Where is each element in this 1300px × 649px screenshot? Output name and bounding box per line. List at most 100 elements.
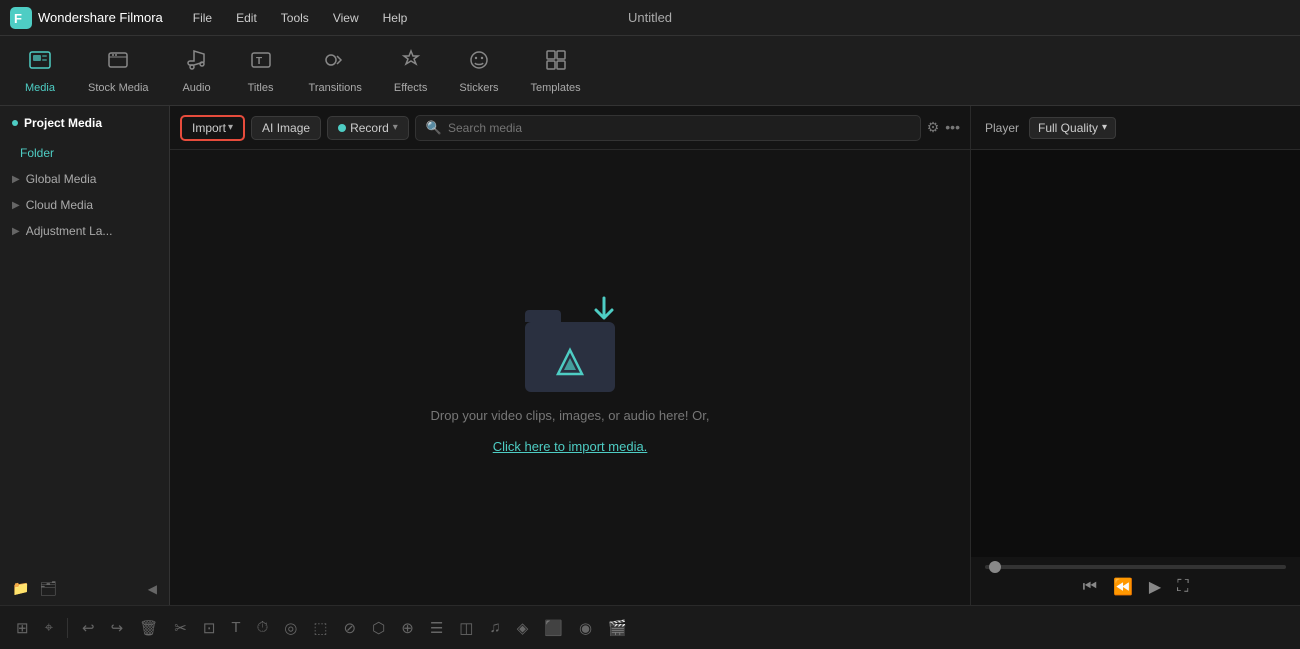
transform-icon[interactable]: ⬚ <box>309 615 331 641</box>
toolbar-stock-media[interactable]: Stock Media <box>74 42 163 100</box>
color-icon[interactable]: ◈ <box>513 615 533 641</box>
sidebar-bottom-icons: 📁 🗂 <box>12 580 57 597</box>
toolbar: Media Stock Media Audio T <box>0 36 1300 106</box>
media-icon <box>28 48 52 78</box>
search-input[interactable] <box>448 121 910 135</box>
app-name: Wondershare Filmora <box>38 10 163 25</box>
ai-image-label: AI Image <box>262 121 310 135</box>
play-button[interactable]: ▶ <box>1149 577 1161 597</box>
filter-icon[interactable]: ⚙ <box>927 119 940 136</box>
transitions-label: Transitions <box>309 82 362 94</box>
svg-text:T: T <box>256 56 262 67</box>
sidebar-item-cloud-media[interactable]: ▶ Cloud Media <box>0 192 169 218</box>
menu-edit[interactable]: Edit <box>226 7 267 29</box>
speed-icon[interactable]: ⏱ <box>253 615 273 640</box>
transitions-icon <box>323 48 347 78</box>
step-back-button[interactable]: ⏮ <box>1083 578 1097 596</box>
app-logo: F Wondershare Filmora <box>10 7 163 29</box>
menu-items: File Edit Tools View Help <box>183 7 1290 29</box>
stock-media-icon <box>106 48 130 78</box>
player-area <box>971 150 1300 557</box>
menu-view[interactable]: View <box>323 7 369 29</box>
player-header: Player Full Quality ▾ <box>971 106 1300 150</box>
menu-tools[interactable]: Tools <box>271 7 319 29</box>
media-toolbar-icons: ⚙ ••• <box>927 119 960 136</box>
sidebar-item-label: Cloud Media <box>26 198 93 212</box>
toolbar-stickers[interactable]: Stickers <box>445 42 512 100</box>
record-label: Record <box>350 121 389 135</box>
import-chevron-icon: ▾ <box>228 122 233 133</box>
menu-bar: F Wondershare Filmora File Edit Tools Vi… <box>0 0 1300 36</box>
bottom-toolbar: ⊞ ⌖ ↩ ↪ 🗑 ✂ ⊡ T ⏱ ◎ ⬚ ⊘ ⬡ ⊕ ☰ ◫ ♫ ◈ ⬛ ◉ … <box>0 605 1300 649</box>
separator <box>67 618 68 638</box>
chevron-icon: ▶ <box>12 200 20 211</box>
import-link[interactable]: Click here to import media. <box>493 439 648 454</box>
app-logo-icon: F <box>10 7 32 29</box>
sidebar-header: Project Media <box>0 106 169 140</box>
player-controls: ⏮ ⏪ ▶ ⛶ <box>971 557 1300 605</box>
quality-select[interactable]: Full Quality ▾ <box>1029 117 1116 139</box>
sidebar: Project Media Folder ▶ Global Media ▶ Cl… <box>0 106 170 605</box>
add-icon[interactable]: ⊕ <box>397 615 418 641</box>
sidebar-dot <box>12 120 18 126</box>
music-icon[interactable]: ♫ <box>485 615 504 640</box>
toolbar-titles[interactable]: T Titles <box>231 42 291 100</box>
templates-icon <box>544 48 568 78</box>
menu-help[interactable]: Help <box>373 7 418 29</box>
layout-icon[interactable]: ⬛ <box>540 615 567 641</box>
text-icon[interactable]: T <box>227 615 244 640</box>
chevron-icon: ▶ <box>12 226 20 237</box>
sidebar-item-label: Adjustment La... <box>26 224 113 238</box>
progress-bar-wrap[interactable] <box>985 565 1286 569</box>
toolbar-media[interactable]: Media <box>10 42 70 100</box>
magnet-icon[interactable]: ⌖ <box>41 615 57 640</box>
audio-mix-icon[interactable]: ☰ <box>426 615 447 641</box>
undo-icon[interactable]: ↩ <box>78 615 99 641</box>
more-options-icon[interactable]: ••• <box>945 119 960 136</box>
toolbar-templates[interactable]: Templates <box>516 42 594 100</box>
toolbar-audio[interactable]: Audio <box>167 42 227 100</box>
audio-label: Audio <box>182 82 210 94</box>
film-icon[interactable]: 🎬 <box>604 615 631 641</box>
drop-text: Drop your video clips, images, or audio … <box>431 408 710 423</box>
menu-file[interactable]: File <box>183 7 222 29</box>
timeline-view-icon[interactable]: ⊞ <box>12 615 33 641</box>
import-button[interactable]: Import ▾ <box>180 115 245 141</box>
sidebar-folder[interactable]: Folder <box>0 140 169 166</box>
sidebar-item-adjustment[interactable]: ▶ Adjustment La... <box>0 218 169 244</box>
ai-image-button[interactable]: AI Image <box>251 116 321 140</box>
search-box[interactable]: 🔍 <box>415 115 921 141</box>
split-icon[interactable]: ⊘ <box>340 615 361 641</box>
play-back-button[interactable]: ⏪ <box>1113 577 1133 597</box>
toolbar-transitions[interactable]: Transitions <box>295 42 376 100</box>
sidebar-bottom: 📁 🗂 ◀ <box>0 572 169 605</box>
toolbar-effects[interactable]: Effects <box>380 42 441 100</box>
record-chevron-icon: ▾ <box>393 122 398 133</box>
media-panel: Import ▾ AI Image Record ▾ 🔍 ⚙ ••• <box>170 106 970 605</box>
progress-bar[interactable] <box>985 565 1286 569</box>
fullscreen-button[interactable]: ⛶ <box>1177 578 1188 596</box>
sidebar-item-global-media[interactable]: ▶ Global Media <box>0 166 169 192</box>
drop-zone: Drop your video clips, images, or audio … <box>170 150 970 605</box>
new-folder-icon[interactable]: 🗂 <box>39 580 57 597</box>
stock-media-label: Stock Media <box>88 82 149 94</box>
record-bottom-icon[interactable]: ◉ <box>575 615 596 641</box>
filmora-folder-logo <box>552 344 588 380</box>
cut-icon[interactable]: ✂ <box>170 615 191 641</box>
svg-text:F: F <box>14 11 22 26</box>
window-title: Untitled <box>628 10 672 25</box>
mask-icon[interactable]: ⬡ <box>368 615 389 641</box>
effects-label: Effects <box>394 82 427 94</box>
add-folder-icon[interactable]: 📁 <box>12 580 29 597</box>
redo-icon[interactable]: ↪ <box>107 615 128 641</box>
record-button[interactable]: Record ▾ <box>327 116 409 140</box>
quality-value: Full Quality <box>1038 121 1098 135</box>
clip-icon[interactable]: ◫ <box>455 615 477 641</box>
rotate-icon[interactable]: ◎ <box>280 615 301 641</box>
search-icon: 🔍 <box>426 120 442 136</box>
crop-icon[interactable]: ⊡ <box>199 615 220 641</box>
collapse-sidebar-icon[interactable]: ◀ <box>148 582 157 596</box>
media-label: Media <box>25 82 55 94</box>
delete-icon[interactable]: 🗑 <box>135 615 162 641</box>
folder-tab <box>525 310 561 322</box>
